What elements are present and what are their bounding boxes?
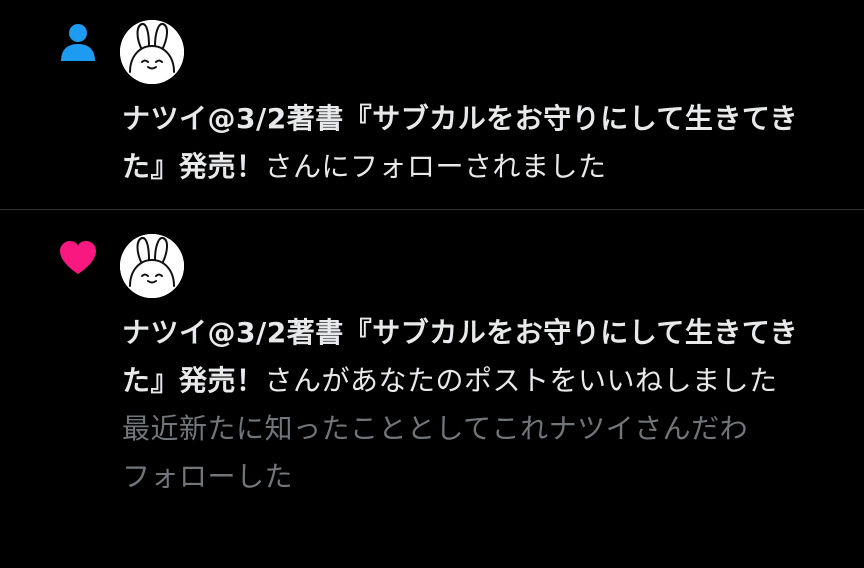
person-icon bbox=[58, 22, 98, 62]
heart-icon bbox=[58, 238, 98, 278]
user-avatar[interactable] bbox=[120, 20, 184, 84]
notification-text: ナツイ@3/2著書『サブカルをお守りにして生きてきた』発売！さんがあなたのポスト… bbox=[122, 309, 834, 501]
user-avatar[interactable] bbox=[120, 234, 184, 298]
action-text: さんがあなたのポストをいいねしました bbox=[264, 364, 778, 397]
bunny-avatar-icon bbox=[120, 20, 184, 84]
notification-text: ナツイ@3/2著書『サブカルをお守りにして生きてきた』発売！さんにフォローされま… bbox=[122, 95, 834, 191]
action-text: さんにフォローされました bbox=[264, 150, 607, 183]
notification-follow[interactable]: ナツイ@3/2著書『サブカルをお守りにして生きてきた』発売！さんにフォローされま… bbox=[0, 0, 864, 210]
notifications-feed: ナツイ@3/2著書『サブカルをお守りにして生きてきた』発売！さんにフォローされま… bbox=[0, 0, 864, 568]
bunny-avatar-icon bbox=[120, 234, 184, 298]
notification-like[interactable]: ナツイ@3/2著書『サブカルをお守りにして生きてきた』発売！さんがあなたのポスト… bbox=[0, 211, 864, 568]
post-preview[interactable]: 最近新たに知ったこととしてこれナツイさんだわ フォローした bbox=[122, 405, 834, 501]
